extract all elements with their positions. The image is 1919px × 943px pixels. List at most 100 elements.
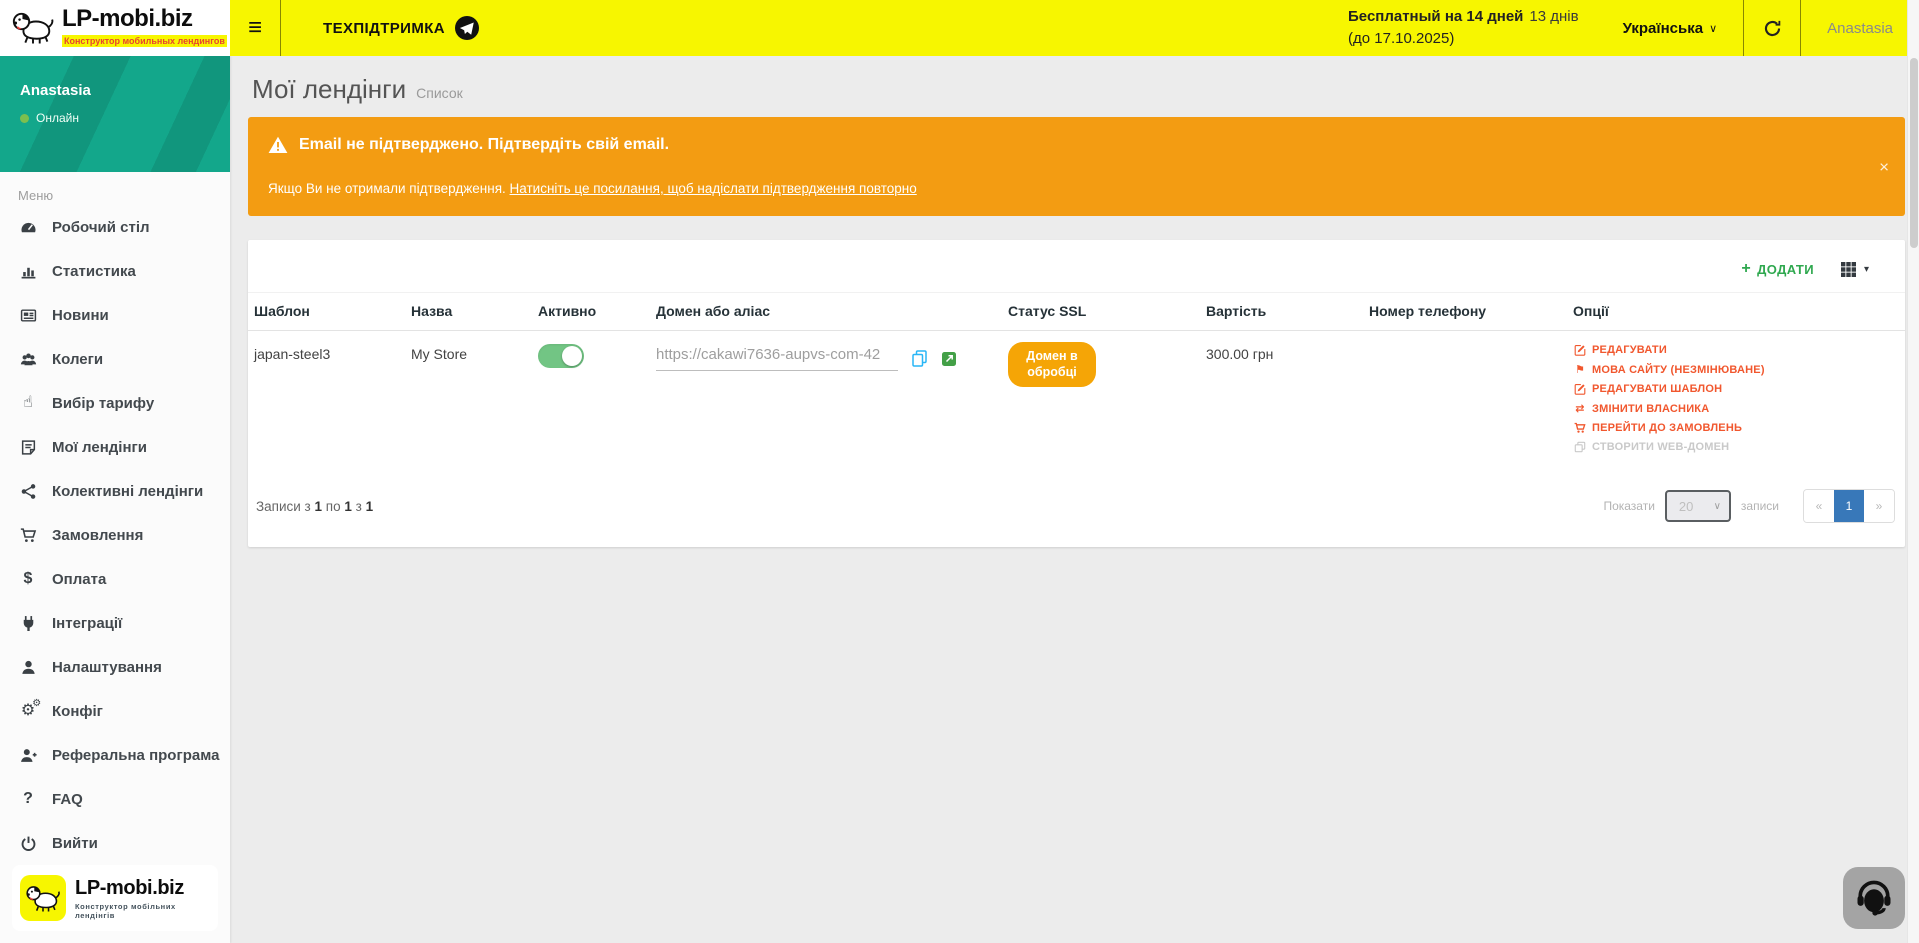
warning-icon	[268, 136, 288, 154]
sidebar-item-referral[interactable]: Реферальна програма	[0, 733, 230, 777]
user-menu[interactable]: Anastasia	[1801, 0, 1919, 56]
cell-name: My Store	[405, 331, 532, 464]
sidebar-item-label: Статистика	[52, 263, 136, 280]
sidebar-item-label: Оплата	[52, 571, 106, 588]
plus-icon: +	[1741, 260, 1751, 278]
dashboard-icon	[18, 219, 38, 236]
hand-pointer-icon: ☝	[18, 395, 38, 411]
alert-title: Email не підтверджено. Підтвердіть свій …	[299, 136, 669, 154]
option-go-to-orders[interactable]: ПЕРЕЙТИ ДО ЗАМОВЛЕНЬ	[1573, 422, 1899, 434]
row-options: РЕДАГУВАТИ ⚑ МОВА САЙТУ (НЕЗМІНЮВАНЕ) РЕ…	[1573, 344, 1899, 453]
add-landing-button[interactable]: + ДОДАТИ	[1741, 260, 1814, 278]
page-size-select[interactable]: 20 ∨	[1665, 490, 1731, 522]
sidebar-item-label: Налаштування	[52, 659, 162, 676]
scrollbar-thumb[interactable]	[1910, 58, 1918, 248]
refresh-button[interactable]	[1744, 0, 1800, 56]
sidebar-item-tariff[interactable]: ☝ Вибір тарифу	[0, 381, 230, 425]
sidebar-item-label: Замовлення	[52, 527, 143, 544]
ssl-status-badge: Домен в обробці	[1008, 342, 1096, 387]
active-toggle[interactable]	[538, 344, 584, 368]
option-create-web-domain: СТВОРИТИ WEB-ДОМЕН	[1573, 441, 1899, 453]
profile-name: Anastasia	[20, 82, 210, 99]
table-row: japan-steel3 My Store	[248, 331, 1905, 464]
sidebar-item-logout[interactable]: Вийти	[0, 821, 230, 865]
main-content: Мої лендінги Список Email не підтверджен…	[230, 56, 1919, 943]
sidebar-item-news[interactable]: Новини	[0, 293, 230, 337]
dog-mascot-icon	[10, 10, 56, 46]
language-label: Українська	[1623, 20, 1703, 37]
option-edit-template[interactable]: РЕДАГУВАТИ ШАБЛОН	[1573, 383, 1899, 395]
table-footer: Записи з 1 по 1 з 1 Показати 20 ∨ записи…	[248, 463, 1905, 547]
app-root: LP-mobi.biz Конструктор мобильных лендин…	[0, 0, 1919, 943]
chevron-down-icon: ∨	[1709, 22, 1717, 35]
close-icon[interactable]: ×	[1879, 158, 1889, 175]
sidebar-item-integrations[interactable]: Інтеграції	[0, 601, 230, 645]
support-chat-button[interactable]	[1843, 867, 1905, 929]
pager-page-1-button[interactable]: 1	[1834, 490, 1864, 522]
col-header-template: Шаблон	[248, 293, 405, 331]
plug-icon	[18, 615, 38, 632]
records-label: записи	[1741, 499, 1779, 513]
brand-title: LP-mobi.biz	[62, 5, 192, 32]
exchange-icon: ⇄	[1573, 402, 1587, 415]
sidebar-item-label: Вибір тарифу	[52, 395, 154, 412]
plan-until: (до 17.10.2025)	[1348, 28, 1579, 51]
column-settings-button[interactable]: ▾	[1840, 261, 1869, 278]
menu-header: Меню	[0, 172, 230, 205]
email-warning-banner: Email не підтверджено. Підтвердіть свій …	[248, 117, 1905, 216]
brand-logo[interactable]: LP-mobi.biz Конструктор мобильных лендин…	[0, 0, 230, 56]
sidebar-menu: Робочий стіл Статистика Новини Колеги ☝ …	[0, 205, 230, 865]
copy-icon[interactable]	[910, 349, 929, 368]
option-site-language[interactable]: ⚑ МОВА САЙТУ (НЕЗМІНЮВАНЕ)	[1573, 363, 1899, 376]
online-status-dot	[20, 114, 29, 123]
sidebar-item-label: Інтеграції	[52, 615, 122, 632]
profile-panel: Anastasia Онлайн	[0, 56, 230, 172]
sidebar-item-config[interactable]: ⚙⚙ Конфіг	[0, 689, 230, 733]
share-icon	[18, 483, 38, 500]
sidebar-item-orders[interactable]: Замовлення	[0, 513, 230, 557]
user-icon	[18, 659, 38, 676]
col-header-price: Вартість	[1200, 293, 1363, 331]
sidebar-item-colleagues[interactable]: Колеги	[0, 337, 230, 381]
option-label: ПЕРЕЙТИ ДО ЗАМОВЛЕНЬ	[1592, 422, 1742, 434]
sidebar-item-payment[interactable]: $ Оплата	[0, 557, 230, 601]
chevron-down-icon: ∨	[1714, 501, 1721, 512]
option-change-owner[interactable]: ⇄ ЗМІНИТИ ВЛАСНИКА	[1573, 402, 1899, 415]
sidebar-item-dashboard[interactable]: Робочий стіл	[0, 205, 230, 249]
sidebar: Anastasia Онлайн Меню Робочий стіл Стати…	[0, 56, 230, 943]
telegram-icon	[455, 16, 479, 40]
landings-card: + ДОДАТИ ▾	[248, 240, 1905, 547]
sidebar-item-settings[interactable]: Налаштування	[0, 645, 230, 689]
landing-note-icon	[18, 439, 38, 456]
col-header-phone: Номер телефону	[1363, 293, 1567, 331]
chart-icon	[18, 263, 38, 280]
sidebar-item-statistics[interactable]: Статистика	[0, 249, 230, 293]
sidebar-item-my-landings[interactable]: Мої лендінги	[0, 425, 230, 469]
pager-prev-button[interactable]: «	[1804, 490, 1834, 522]
language-selector[interactable]: Українська ∨	[1597, 0, 1744, 56]
option-edit[interactable]: РЕДАГУВАТИ	[1573, 344, 1899, 356]
option-label: РЕДАГУВАТИ	[1592, 344, 1667, 356]
domain-input[interactable]	[656, 346, 898, 371]
caret-down-icon: ▾	[1864, 264, 1869, 275]
sidebar-footer-logo[interactable]: LP-mobi.biz Конструктор мобільних лендін…	[12, 865, 218, 931]
profile-status: Онлайн	[36, 111, 79, 125]
col-header-active: Активно	[532, 293, 650, 331]
cell-phone	[1363, 331, 1567, 464]
page-scrollbar[interactable]	[1907, 0, 1919, 943]
pager-next-button[interactable]: »	[1864, 490, 1894, 522]
records-info: Записи з 1 по 1 з 1	[256, 499, 373, 514]
open-external-icon[interactable]	[941, 351, 957, 367]
sidebar-item-faq[interactable]: ? FAQ	[0, 777, 230, 821]
hamburger-menu-icon[interactable]: ≡	[230, 0, 280, 56]
cell-price: 300.00 грн	[1200, 331, 1363, 464]
resend-confirmation-link[interactable]: Натисніть це посилання, щоб надіслати пі…	[510, 181, 917, 196]
option-label: СТВОРИТИ WEB-ДОМЕН	[1592, 441, 1729, 453]
gears-icon: ⚙⚙	[18, 703, 38, 719]
sidebar-item-label: Мої лендінги	[52, 439, 147, 456]
support-button[interactable]: ТЕХПІДТРИМКА	[281, 0, 521, 56]
page-title: Мої лендінги	[252, 74, 406, 105]
option-label: МОВА САЙТУ (НЕЗМІНЮВАНЕ)	[1592, 364, 1765, 376]
sidebar-item-collective-landings[interactable]: Колективні лендінги	[0, 469, 230, 513]
landings-table: Шаблон Назва Активно Домен або аліас Ста…	[248, 292, 1905, 463]
